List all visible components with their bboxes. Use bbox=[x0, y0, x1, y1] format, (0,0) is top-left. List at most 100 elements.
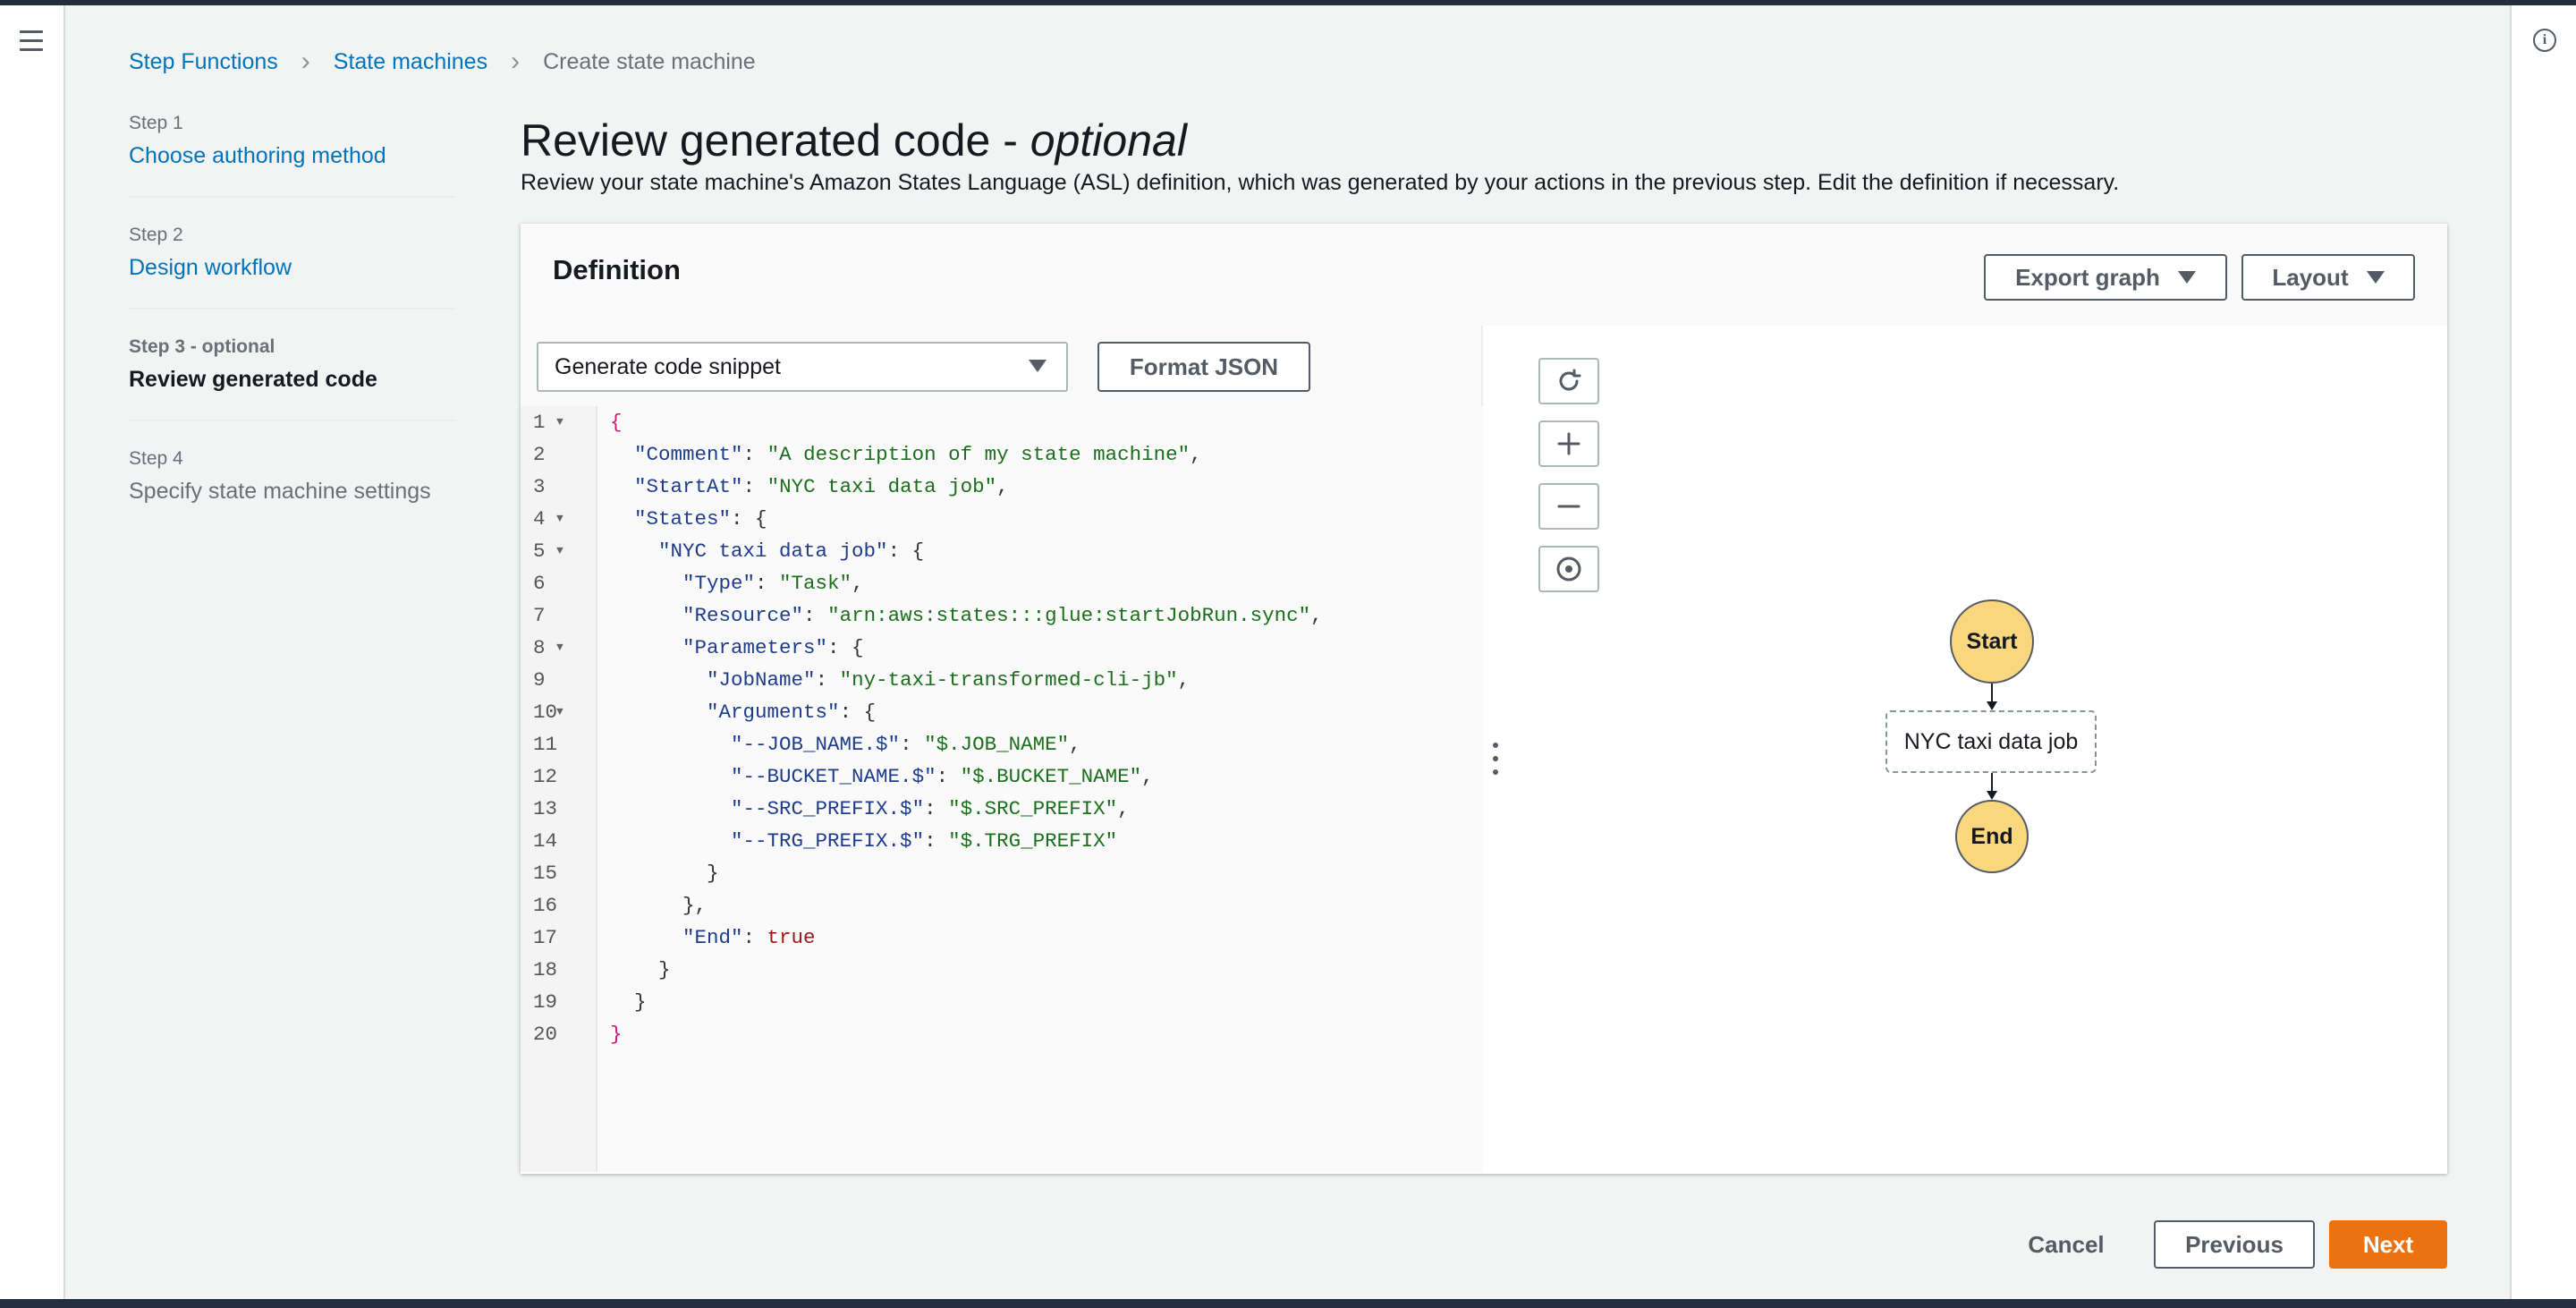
definition-header: Definition Export graph Layout bbox=[521, 224, 2447, 326]
caret-down-icon bbox=[2177, 271, 2196, 284]
code-line: }, bbox=[610, 894, 708, 917]
task-node-nyc-taxi[interactable]: NYC taxi data job bbox=[1885, 710, 2097, 773]
code-line: "NYC taxi data job": { bbox=[658, 539, 925, 563]
breadcrumb-step-functions[interactable]: Step Functions bbox=[129, 49, 278, 75]
layout-button[interactable]: Layout bbox=[2241, 254, 2415, 301]
code-line: } bbox=[610, 1023, 623, 1046]
zoom-out-button[interactable] bbox=[1538, 483, 1599, 530]
caret-down-icon bbox=[1029, 360, 1046, 372]
code-line: "--JOB_NAME.$": "$.JOB_NAME", bbox=[731, 733, 1081, 756]
breadcrumb-state-machines[interactable]: State machines bbox=[334, 49, 487, 75]
code-snippet-select-value: Generate code snippet bbox=[555, 353, 781, 379]
format-json-button[interactable]: Format JSON bbox=[1097, 342, 1310, 392]
graph-pane: Start NYC taxi data job End bbox=[1504, 326, 2447, 1172]
wizard-step-4: Step 4 Specify state machine settings bbox=[129, 448, 456, 531]
code-line: } bbox=[610, 990, 647, 1014]
right-rail: i bbox=[2510, 5, 2576, 1299]
code-line: "StartAt": "NYC taxi data job", bbox=[634, 475, 1009, 498]
line-number: 6 bbox=[533, 572, 546, 595]
minus-icon bbox=[1557, 505, 1580, 508]
cancel-button[interactable]: Cancel bbox=[2004, 1222, 2129, 1267]
top-bar bbox=[0, 0, 2576, 5]
code-line: "--BUCKET_NAME.$": "$.BUCKET_NAME", bbox=[731, 765, 1154, 788]
page-title-text: Review generated code - bbox=[521, 115, 1030, 166]
bottom-bar bbox=[0, 1299, 2576, 1308]
line-number: 19 bbox=[533, 990, 558, 1014]
step-number: Step 3 - optional bbox=[129, 336, 275, 357]
line-number: 20 bbox=[533, 1023, 558, 1046]
code-line: "Arguments": { bbox=[707, 701, 877, 724]
fold-toggle-icon[interactable]: ▼ bbox=[556, 406, 564, 438]
start-node[interactable]: Start bbox=[1950, 599, 2034, 684]
wizard-step-1: Step 1 Choose authoring method bbox=[129, 113, 456, 198]
code-line: "Type": "Task", bbox=[682, 572, 864, 595]
code-editor-pane: Generate code snippet Format JSON 1 ▼ 2 3 4 ▼… bbox=[521, 326, 1483, 1172]
line-number: 13 bbox=[533, 797, 558, 820]
center-graph-button[interactable] bbox=[1538, 546, 1599, 592]
wizard-steps: Step 1 Choose authoring method Step 2 De… bbox=[129, 113, 456, 558]
target-icon bbox=[1556, 556, 1581, 582]
code-line: "States": { bbox=[634, 507, 767, 531]
wizard-step-2: Step 2 Design workflow bbox=[129, 225, 456, 310]
code-line: { bbox=[610, 411, 623, 434]
fold-toggle-icon[interactable]: ▼ bbox=[556, 696, 564, 728]
breadcrumb: Step Functions › State machines › Create… bbox=[129, 48, 756, 75]
layout-label: Layout bbox=[2272, 263, 2349, 291]
pane-resize-handle[interactable] bbox=[1492, 743, 1499, 775]
code-line: } bbox=[610, 958, 671, 981]
page-title-optional: optional bbox=[1030, 115, 1187, 166]
plus-icon bbox=[1557, 432, 1580, 455]
line-number: 7 bbox=[533, 604, 546, 627]
code-line: "Parameters": { bbox=[682, 636, 864, 659]
line-number: 15 bbox=[533, 862, 558, 885]
line-number: 12 bbox=[533, 765, 558, 788]
breadcrumb-current: Create state machine bbox=[543, 48, 756, 74]
arrow-down-icon bbox=[1987, 791, 1997, 800]
caret-down-icon bbox=[2366, 271, 2385, 284]
code-line: "Comment": "A description of my state ma… bbox=[634, 443, 1202, 466]
code-editor[interactable]: 1 ▼ 2 3 4 ▼ 5 ▼ 6 7 8 ▼ 9 10 ▼ 11 12 13 14 15 16 17 18 19 20 { "… bbox=[521, 406, 1483, 1172]
step-current-review-code: Review generated code bbox=[129, 367, 377, 392]
code-line: "Resource": "arn:aws:states:::glue:start… bbox=[682, 604, 1323, 627]
code-line: "--SRC_PREFIX.$": "$.SRC_PREFIX", bbox=[731, 797, 1130, 820]
page-title: Review generated code - optional bbox=[521, 115, 1187, 166]
line-number: 11 bbox=[533, 733, 558, 756]
code-snippet-select[interactable]: Generate code snippet bbox=[537, 342, 1068, 392]
step-specify-settings: Specify state machine settings bbox=[129, 479, 431, 504]
fold-toggle-icon[interactable]: ▼ bbox=[556, 632, 564, 664]
refresh-icon bbox=[1559, 369, 1581, 391]
previous-button[interactable]: Previous bbox=[2154, 1220, 2315, 1269]
line-number: 3 bbox=[533, 475, 546, 498]
previous-label: Previous bbox=[2185, 1230, 2284, 1258]
format-json-label: Format JSON bbox=[1129, 352, 1279, 380]
fold-toggle-icon[interactable]: ▼ bbox=[556, 535, 564, 567]
end-node[interactable]: End bbox=[1955, 800, 2029, 873]
wizard-step-3: Step 3 - optional Review generated code bbox=[129, 336, 456, 421]
page-description: Review your state machine's Amazon State… bbox=[521, 170, 2120, 195]
zoom-in-button[interactable] bbox=[1538, 420, 1599, 467]
fold-toggle-icon[interactable]: ▼ bbox=[556, 503, 564, 535]
arrow-down-icon bbox=[1987, 701, 1997, 710]
next-button[interactable]: Next bbox=[2329, 1220, 2447, 1269]
menu-icon[interactable] bbox=[20, 30, 43, 52]
code-line: } bbox=[610, 862, 719, 885]
left-rail bbox=[0, 5, 65, 1299]
line-number: 18 bbox=[533, 958, 558, 981]
line-number: 2 bbox=[533, 443, 546, 466]
definition-title: Definition bbox=[553, 254, 681, 285]
info-icon[interactable]: i bbox=[2533, 29, 2556, 52]
definition-card: Definition Export graph Layout Generate … bbox=[521, 224, 2447, 1174]
code-line: "JobName": "ny-taxi-transformed-cli-jb", bbox=[707, 668, 1191, 692]
step-number: Step 2 bbox=[129, 225, 183, 245]
step-link-choose-authoring[interactable]: Choose authoring method bbox=[129, 143, 456, 169]
export-graph-button[interactable]: Export graph bbox=[1984, 254, 2227, 301]
line-number: 17 bbox=[533, 926, 558, 949]
export-graph-label: Export graph bbox=[2015, 263, 2160, 291]
code-line: "--TRG_PREFIX.$": "$.TRG_PREFIX" bbox=[731, 829, 1118, 853]
chevron-right-icon: › bbox=[511, 47, 521, 76]
line-number: 9 bbox=[533, 668, 546, 692]
line-number: 14 bbox=[533, 829, 558, 853]
code-line: "End": true bbox=[682, 926, 816, 949]
refresh-button[interactable] bbox=[1538, 358, 1599, 404]
step-link-design-workflow[interactable]: Design workflow bbox=[129, 255, 456, 281]
